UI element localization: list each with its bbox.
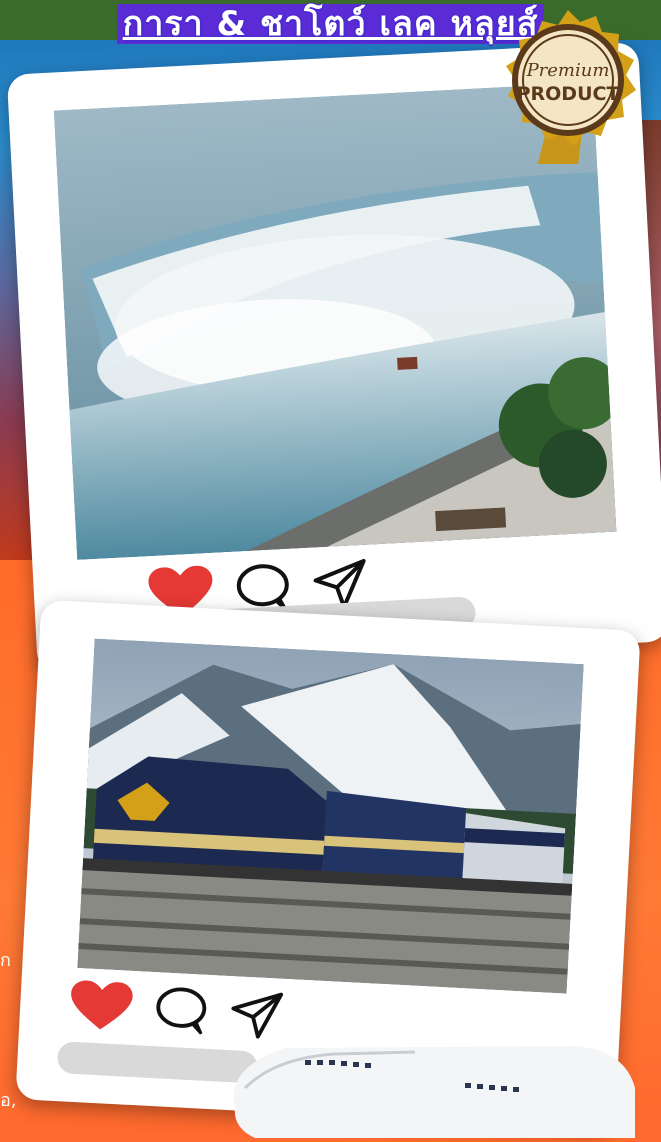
badge-line1: Premium: [526, 60, 610, 81]
comment-icon[interactable]: [153, 985, 210, 1040]
premium-product-badge: Premium PRODUCT: [488, 4, 648, 182]
side-text-1: ก: [0, 950, 11, 971]
side-text-2: อ,: [0, 1090, 17, 1111]
airplane-image: [215, 1028, 636, 1138]
post-photo-train[interactable]: [77, 638, 584, 994]
heart-icon[interactable]: [69, 980, 134, 1037]
badge-line2: PRODUCT: [517, 83, 620, 105]
